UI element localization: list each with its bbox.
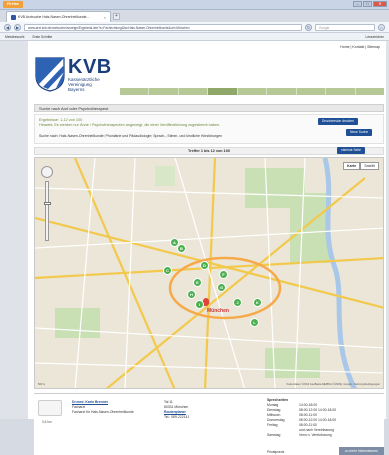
next-page-button[interactable]: nächste Seite [337, 147, 365, 154]
phone-number: 089-222141 [171, 415, 190, 419]
nav-item[interactable] [120, 88, 149, 95]
route-planner-link[interactable]: Routenplaner [164, 410, 186, 414]
doctor-map-marker[interactable]: D [200, 261, 209, 270]
back-button[interactable]: ◀ [4, 23, 11, 31]
firefox-menu-button[interactable]: Firefox [3, 1, 23, 8]
nav-item[interactable] [267, 88, 296, 95]
zoom-slider-handle[interactable] [44, 202, 51, 205]
map-type-switch: Karte Satellit [343, 162, 379, 170]
doctor-name-link[interactable]: Dr.med. Karin Brenner [72, 400, 108, 404]
pan-control[interactable] [41, 166, 53, 178]
top-links[interactable]: Home | Kontakt | Sitemap [340, 45, 380, 49]
zoom-slider[interactable] [44, 181, 51, 241]
doctor-map-marker[interactable]: C [163, 266, 172, 275]
bookmarks-menu[interactable]: Lesezeichen [365, 35, 384, 39]
maximize-button[interactable]: □ [363, 1, 372, 7]
close-tab-icon[interactable]: × [104, 15, 106, 20]
search-criteria: Suche nach: Hals-Nasen-Ohrenheilkunde; P… [39, 134, 223, 138]
doctor-marker-icon [38, 400, 62, 416]
city-label: München [207, 308, 229, 314]
doctor-map-marker[interactable]: B [177, 244, 186, 253]
nav-item-active[interactable] [208, 88, 237, 95]
result-item: 0,6 km Dr.med. Karin Brenner Facharzt Fa… [34, 393, 384, 455]
doctor-info: Dr.med. Karin Brenner Facharzt Facharzt … [72, 400, 134, 414]
doctor-map-marker[interactable]: K [253, 298, 262, 307]
tab-title: KVB Arztsuche Hals-Nasen-Ohrenheilkunde.… [18, 15, 90, 19]
bavaria-crest-icon [35, 57, 65, 92]
window-controls: – □ ✕ [353, 1, 387, 7]
doctor-map-marker[interactable]: L [250, 318, 259, 327]
map-type-map-button[interactable]: Karte [343, 162, 361, 170]
hours-day: Samstag [267, 433, 281, 437]
forward-button[interactable]: ▶ [14, 23, 21, 31]
home-icon[interactable]: ⌂ [378, 23, 385, 31]
nav-item[interactable] [178, 88, 208, 95]
map-canvas[interactable] [35, 158, 384, 389]
minimize-button[interactable]: – [353, 1, 362, 7]
nav-item[interactable] [296, 88, 326, 95]
nav-item[interactable] [326, 88, 355, 95]
map-scale: 500 m [38, 383, 46, 386]
reload-button[interactable]: ↻ [305, 23, 312, 31]
close-window-button[interactable]: ✕ [373, 1, 387, 7]
doctor-map-marker[interactable]: G [217, 283, 226, 292]
hits-bar: Treffer 1 bis 12 von 100 [34, 147, 384, 155]
doctor-map-marker[interactable]: H [187, 290, 196, 299]
main-navigation [120, 88, 384, 95]
print-button[interactable]: Druckversion drucken [318, 118, 358, 125]
more-info-button[interactable]: zu mehr Informationen [339, 447, 384, 455]
doctor-map-marker[interactable]: J [233, 298, 242, 307]
nav-item[interactable] [149, 88, 178, 95]
nav-item[interactable] [237, 88, 267, 95]
map-zoom-control [41, 166, 53, 241]
new-search-button[interactable]: Neue Suche [346, 129, 373, 136]
logo-text: KVB [68, 56, 112, 78]
kvb-logo[interactable]: KVB Kassenärztliche Vereinigung Bayerns [34, 56, 134, 94]
logo-subtitle: Kassenärztliche Vereinigung Bayerns [68, 77, 100, 92]
favicon-icon [11, 14, 16, 20]
new-tab-button[interactable]: + [113, 13, 120, 20]
hours-time: Venn n. Vereinbarung [299, 433, 332, 437]
bookmarks-bar: Meistbesucht Erste Schritte Lesezeichen [0, 33, 389, 41]
bookmark-first-steps[interactable]: Erste Schritte [32, 35, 52, 39]
hours-table: Montag 14:00-18:00 Dienstag 08:00-12:00 14:… [267, 403, 382, 438]
map-copyright[interactable]: Kartendaten ©2012 GeoBasis-DE/BKG (©2009… [287, 383, 380, 386]
browser-tab[interactable]: KVB Arztsuche Hals-Nasen-Ohrenheilkunde.… [6, 11, 111, 22]
title-bar: Firefox – □ ✕ [0, 0, 389, 10]
address-bar[interactable]: www.arzt.kvb.de/arztsuche/anzeige/Ergebn… [24, 23, 302, 31]
opening-hours: Sprechzeiten Montag 14:00-18:00 Dienstag 08… [267, 398, 382, 438]
bookmark-most-visited[interactable]: Meistbesucht [5, 35, 24, 39]
practice-type: Privatpraxis [267, 450, 285, 454]
search-input[interactable]: Google [315, 23, 375, 31]
search-section-header: Suche nach Arzt oder Psychotherapeut [34, 104, 384, 112]
map-footer: 500 m Kartendaten ©2012 GeoBasis-DE/BKG … [38, 383, 380, 386]
page-viewport: Home | Kontakt | Sitemap KVB Kassenärztl… [0, 41, 389, 455]
navigation-bar: ◀ ▶ www.arzt.kvb.de/arztsuche/anzeige/Er… [0, 22, 389, 33]
doctor-map-marker[interactable]: E [193, 278, 202, 287]
page-content: Home | Kontakt | Sitemap KVB Kassenärztl… [28, 41, 386, 455]
google-map[interactable]: Karte Satellit München ABCDEFGHIJKL 500 … [34, 157, 384, 389]
map-type-satellite-button[interactable]: Satellit [360, 162, 379, 170]
doctor-address: Tal 11 80331 München Routenplaner Tel.: … [164, 400, 190, 419]
doctor-map-marker[interactable]: I [195, 300, 204, 309]
distance: 0,6 km [42, 420, 52, 424]
doctor-map-marker[interactable]: F [219, 270, 228, 279]
browser-window: Firefox – □ ✕ KVB Arztsuche Hals-Nasen-O… [0, 0, 389, 455]
nav-item[interactable] [355, 88, 384, 95]
